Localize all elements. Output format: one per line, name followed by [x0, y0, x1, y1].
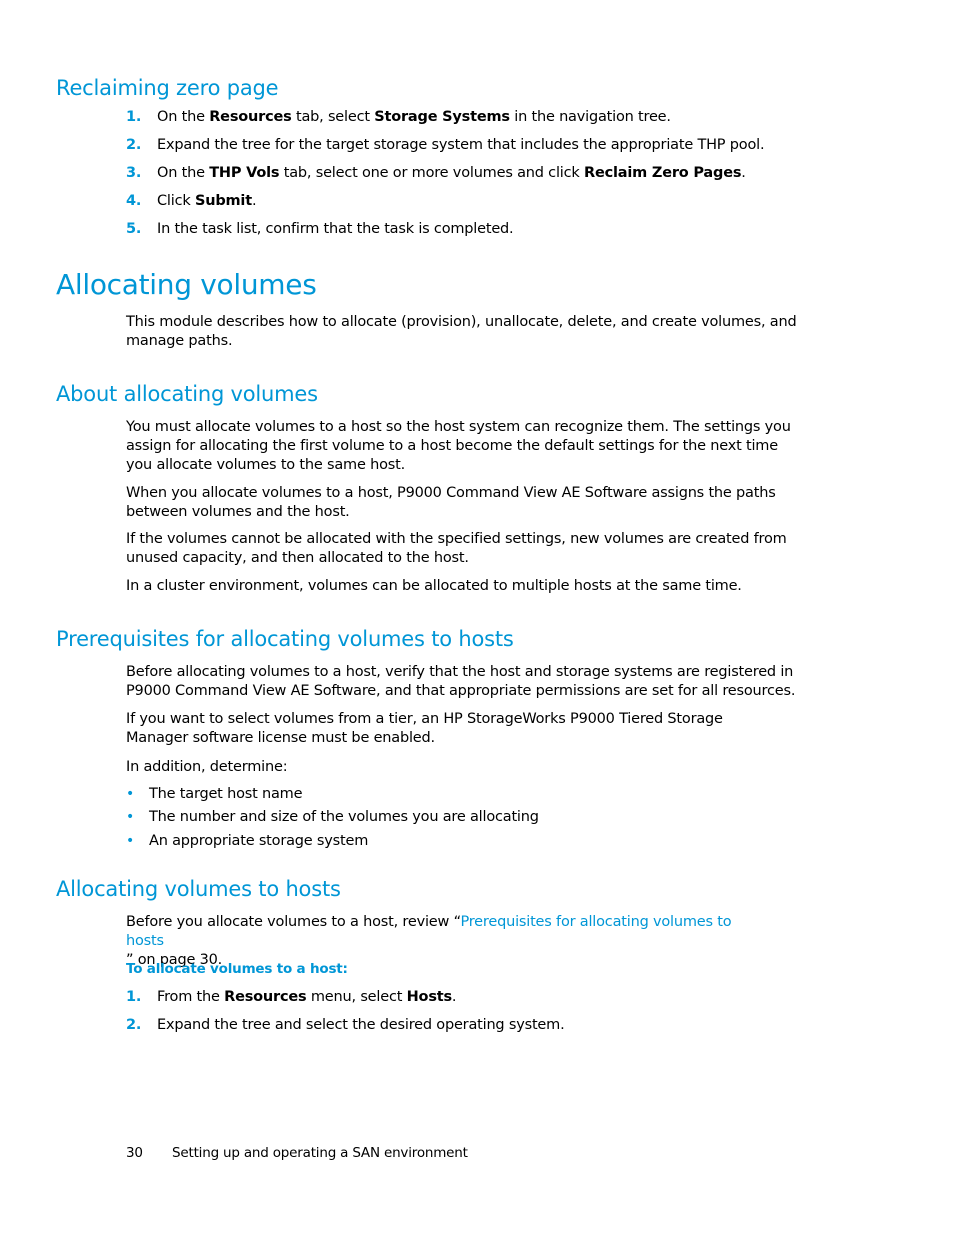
step-item: 4. Click Submit. [126, 193, 257, 209]
paragraph: You must allocate volumes to a host so t… [126, 419, 791, 473]
step-item: 5. In the task list, confirm that the tas… [126, 221, 514, 237]
footer-page-number: 30 [126, 1145, 143, 1161]
heading-allocating-volumes-to-hosts: Allocating volumes to hosts [56, 877, 341, 901]
step-item: 1. From the Resources menu, select Hosts. [126, 989, 457, 1005]
step-item: 2. Expand the tree for the target storage… [126, 137, 765, 153]
paragraph: If the volumes cannot be allocated with … [126, 531, 787, 566]
bullet-item: • The number and size of the volumes you … [126, 809, 539, 825]
paragraph: When you allocate volumes to a host, P90… [126, 485, 776, 520]
paragraph: This module describes how to allocate (p… [126, 314, 797, 349]
step-item: 1. On the Resources tab, select Storage S… [126, 109, 671, 125]
paragraph: In addition, determine: [126, 759, 288, 775]
bullet-icon: • [126, 786, 135, 802]
footer-chapter-title: Setting up and operating a SAN environme… [172, 1145, 468, 1161]
document-page: Reclaiming zero page 1. On the Resources … [0, 0, 954, 1235]
procedure-title: To allocate volumes to a host: [126, 961, 348, 977]
heading-allocating-volumes: Allocating volumes [56, 268, 317, 301]
paragraph: If you want to select volumes from a tie… [126, 711, 723, 746]
paragraph: In a cluster environment, volumes can be… [126, 578, 742, 594]
bullet-item: • The target host name [126, 786, 303, 802]
step-item: 2. Expand the tree and select the desired… [126, 1017, 565, 1033]
heading-about-allocating-volumes: About allocating volumes [56, 382, 318, 406]
bullet-icon: • [126, 809, 135, 825]
bullet-item: • An appropriate storage system [126, 833, 369, 849]
paragraph: Before allocating volumes to a host, ver… [126, 664, 796, 699]
heading-reclaiming-zero-page: Reclaiming zero page [56, 76, 279, 100]
bullet-icon: • [126, 833, 135, 849]
step-item: 3. On the THP Vols tab, select one or mor… [126, 165, 746, 181]
heading-prerequisites: Prerequisites for allocating volumes to … [56, 627, 514, 651]
